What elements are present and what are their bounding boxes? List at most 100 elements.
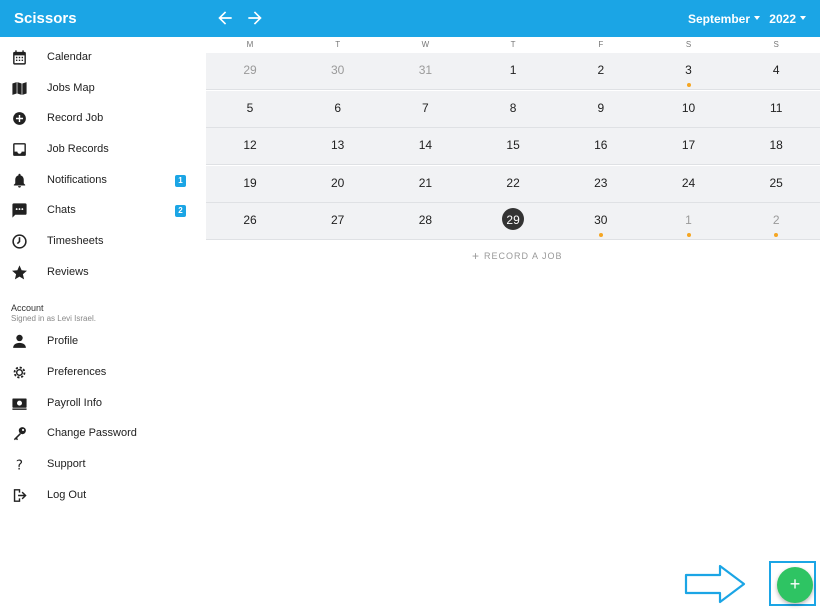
day-number: 27 bbox=[331, 213, 345, 227]
calendar-day[interactable]: 15 bbox=[469, 128, 557, 165]
sidebar-item-jobs-map[interactable]: Jobs Map bbox=[0, 74, 200, 104]
calendar-day[interactable]: 22 bbox=[469, 166, 557, 203]
caret-down-icon bbox=[754, 15, 760, 20]
day-number: 8 bbox=[509, 100, 517, 115]
calendar-day[interactable]: 31 bbox=[381, 53, 469, 90]
calendar-week-row: 5 6 7 8 9 10 11 bbox=[206, 90, 820, 128]
calendar-day[interactable]: 30 bbox=[557, 203, 645, 240]
calendar-day[interactable]: 18 bbox=[732, 128, 820, 165]
day-number: 20 bbox=[331, 175, 345, 190]
calendar-day[interactable]: 1 bbox=[469, 53, 557, 90]
month-label: September bbox=[687, 12, 750, 26]
star-icon bbox=[11, 264, 28, 281]
sidebar-item-chats[interactable]: Chats 2 bbox=[0, 196, 200, 226]
calendar-day[interactable]: 25 bbox=[732, 166, 820, 203]
year-select[interactable]: 2022 bbox=[769, 12, 806, 26]
sidebar-item-label: Chats bbox=[47, 204, 76, 216]
signed-in-text: Signed in as Levi Israel. bbox=[11, 314, 96, 323]
calendar-day[interactable]: 17 bbox=[645, 128, 733, 165]
calendar-day[interactable]: 9 bbox=[557, 91, 645, 128]
svg-text:?: ? bbox=[16, 458, 23, 473]
map-icon bbox=[11, 80, 28, 97]
sidebar-item-preferences[interactable]: Preferences bbox=[0, 358, 200, 388]
next-month-button[interactable] bbox=[245, 8, 265, 28]
app-title: Scissors bbox=[14, 10, 77, 27]
day-number: 3 bbox=[685, 63, 692, 77]
day-number: 25 bbox=[769, 175, 783, 190]
sidebar-item-log-out[interactable]: Log Out bbox=[0, 481, 200, 511]
sidebar-item-timesheets[interactable]: Timesheets bbox=[0, 227, 200, 257]
record-a-job-button[interactable]: + RECORD A JOB bbox=[472, 248, 563, 263]
calendar-day[interactable]: 21 bbox=[381, 166, 469, 203]
account-heading: Account bbox=[11, 303, 44, 313]
weekday-label: T bbox=[335, 40, 341, 49]
timer-icon bbox=[11, 233, 28, 250]
month-calendar: MTWTFSS 29 30 31 1 2 3 4 5 6 7 8 9 10 11 12 13 14 15 16 17 1… bbox=[206, 37, 820, 242]
calendar-day-today[interactable]: 29 bbox=[469, 203, 557, 240]
arrow-right-icon bbox=[684, 564, 746, 604]
calendar-day[interactable]: 1 bbox=[645, 203, 733, 240]
sidebar-item-job-records[interactable]: Job Records bbox=[0, 135, 200, 165]
sidebar-item-label: Reviews bbox=[47, 266, 89, 278]
calendar-day[interactable]: 4 bbox=[732, 53, 820, 90]
day-number: 13 bbox=[331, 138, 345, 152]
sidebar-item-support[interactable]: ? Support bbox=[0, 450, 200, 480]
calendar-day[interactable]: 2 bbox=[732, 203, 820, 240]
calendar-day[interactable]: 3 bbox=[645, 53, 733, 90]
person-icon bbox=[11, 333, 28, 350]
sidebar-item-label: Payroll Info bbox=[47, 397, 103, 409]
calendar-day[interactable]: 2 bbox=[557, 53, 645, 90]
previous-month-button[interactable] bbox=[215, 8, 235, 28]
calendar-day[interactable]: 29 bbox=[206, 53, 294, 90]
calendar-day[interactable]: 5 bbox=[206, 91, 294, 128]
calendar-day[interactable]: 12 bbox=[206, 128, 294, 165]
calendar-day[interactable]: 10 bbox=[645, 91, 733, 128]
sidebar-item-label: Log Out bbox=[47, 489, 87, 501]
sidebar-item-notifications[interactable]: Notifications 1 bbox=[0, 166, 200, 196]
sidebar-item-change-password[interactable]: Change Password bbox=[0, 419, 200, 449]
add-circle-icon bbox=[11, 110, 28, 127]
day-number: 21 bbox=[418, 175, 433, 190]
calendar-day[interactable]: 27 bbox=[294, 203, 382, 240]
event-dot bbox=[598, 233, 603, 237]
day-number: 9 bbox=[597, 100, 605, 115]
month-select[interactable]: September bbox=[688, 12, 760, 26]
sidebar-item-reviews[interactable]: Reviews bbox=[0, 258, 200, 288]
calendar-day[interactable]: 28 bbox=[381, 203, 469, 240]
day-number: 10 bbox=[681, 100, 696, 115]
calendar-day[interactable]: 8 bbox=[469, 91, 557, 128]
calendar-day[interactable]: 6 bbox=[294, 91, 382, 128]
day-number: 26 bbox=[243, 213, 257, 227]
sidebar-item-record-job[interactable]: Record Job bbox=[0, 104, 200, 134]
key-icon bbox=[11, 425, 28, 442]
day-number: 12 bbox=[243, 138, 257, 152]
calendar-day[interactable]: 24 bbox=[645, 166, 733, 203]
calendar-day[interactable]: 7 bbox=[381, 91, 469, 128]
event-dot bbox=[686, 83, 691, 87]
calendar-day[interactable]: 16 bbox=[557, 128, 645, 165]
day-number: 1 bbox=[509, 63, 517, 77]
sidebar-item-profile[interactable]: Profile bbox=[0, 327, 200, 357]
calendar-day[interactable]: 26 bbox=[206, 203, 294, 240]
calendar-day[interactable]: 30 bbox=[294, 53, 382, 90]
calendar-day[interactable]: 19 bbox=[206, 166, 294, 203]
arrow-left-icon bbox=[218, 11, 232, 25]
day-number: 2 bbox=[597, 63, 605, 77]
day-number: 24 bbox=[681, 175, 696, 190]
day-number: 29 bbox=[243, 63, 257, 77]
day-number: 2 bbox=[772, 213, 780, 227]
day-number: 15 bbox=[506, 138, 520, 152]
weekday-header: MTWTFSS bbox=[206, 37, 820, 53]
sidebar-item-payroll-info[interactable]: Payroll Info bbox=[0, 389, 200, 419]
day-number: 29 bbox=[506, 213, 520, 227]
calendar-day[interactable]: 20 bbox=[294, 166, 382, 203]
logout-icon bbox=[11, 487, 28, 504]
calendar-day[interactable]: 23 bbox=[557, 166, 645, 203]
calendar-day[interactable]: 13 bbox=[294, 128, 382, 165]
add-fab-button[interactable]: + bbox=[777, 567, 813, 603]
event-dot bbox=[774, 233, 779, 237]
calendar-day[interactable]: 14 bbox=[381, 128, 469, 165]
calendar-day[interactable]: 11 bbox=[732, 91, 820, 128]
day-number: 16 bbox=[594, 138, 608, 152]
sidebar-item-calendar[interactable]: Calendar bbox=[0, 43, 200, 73]
